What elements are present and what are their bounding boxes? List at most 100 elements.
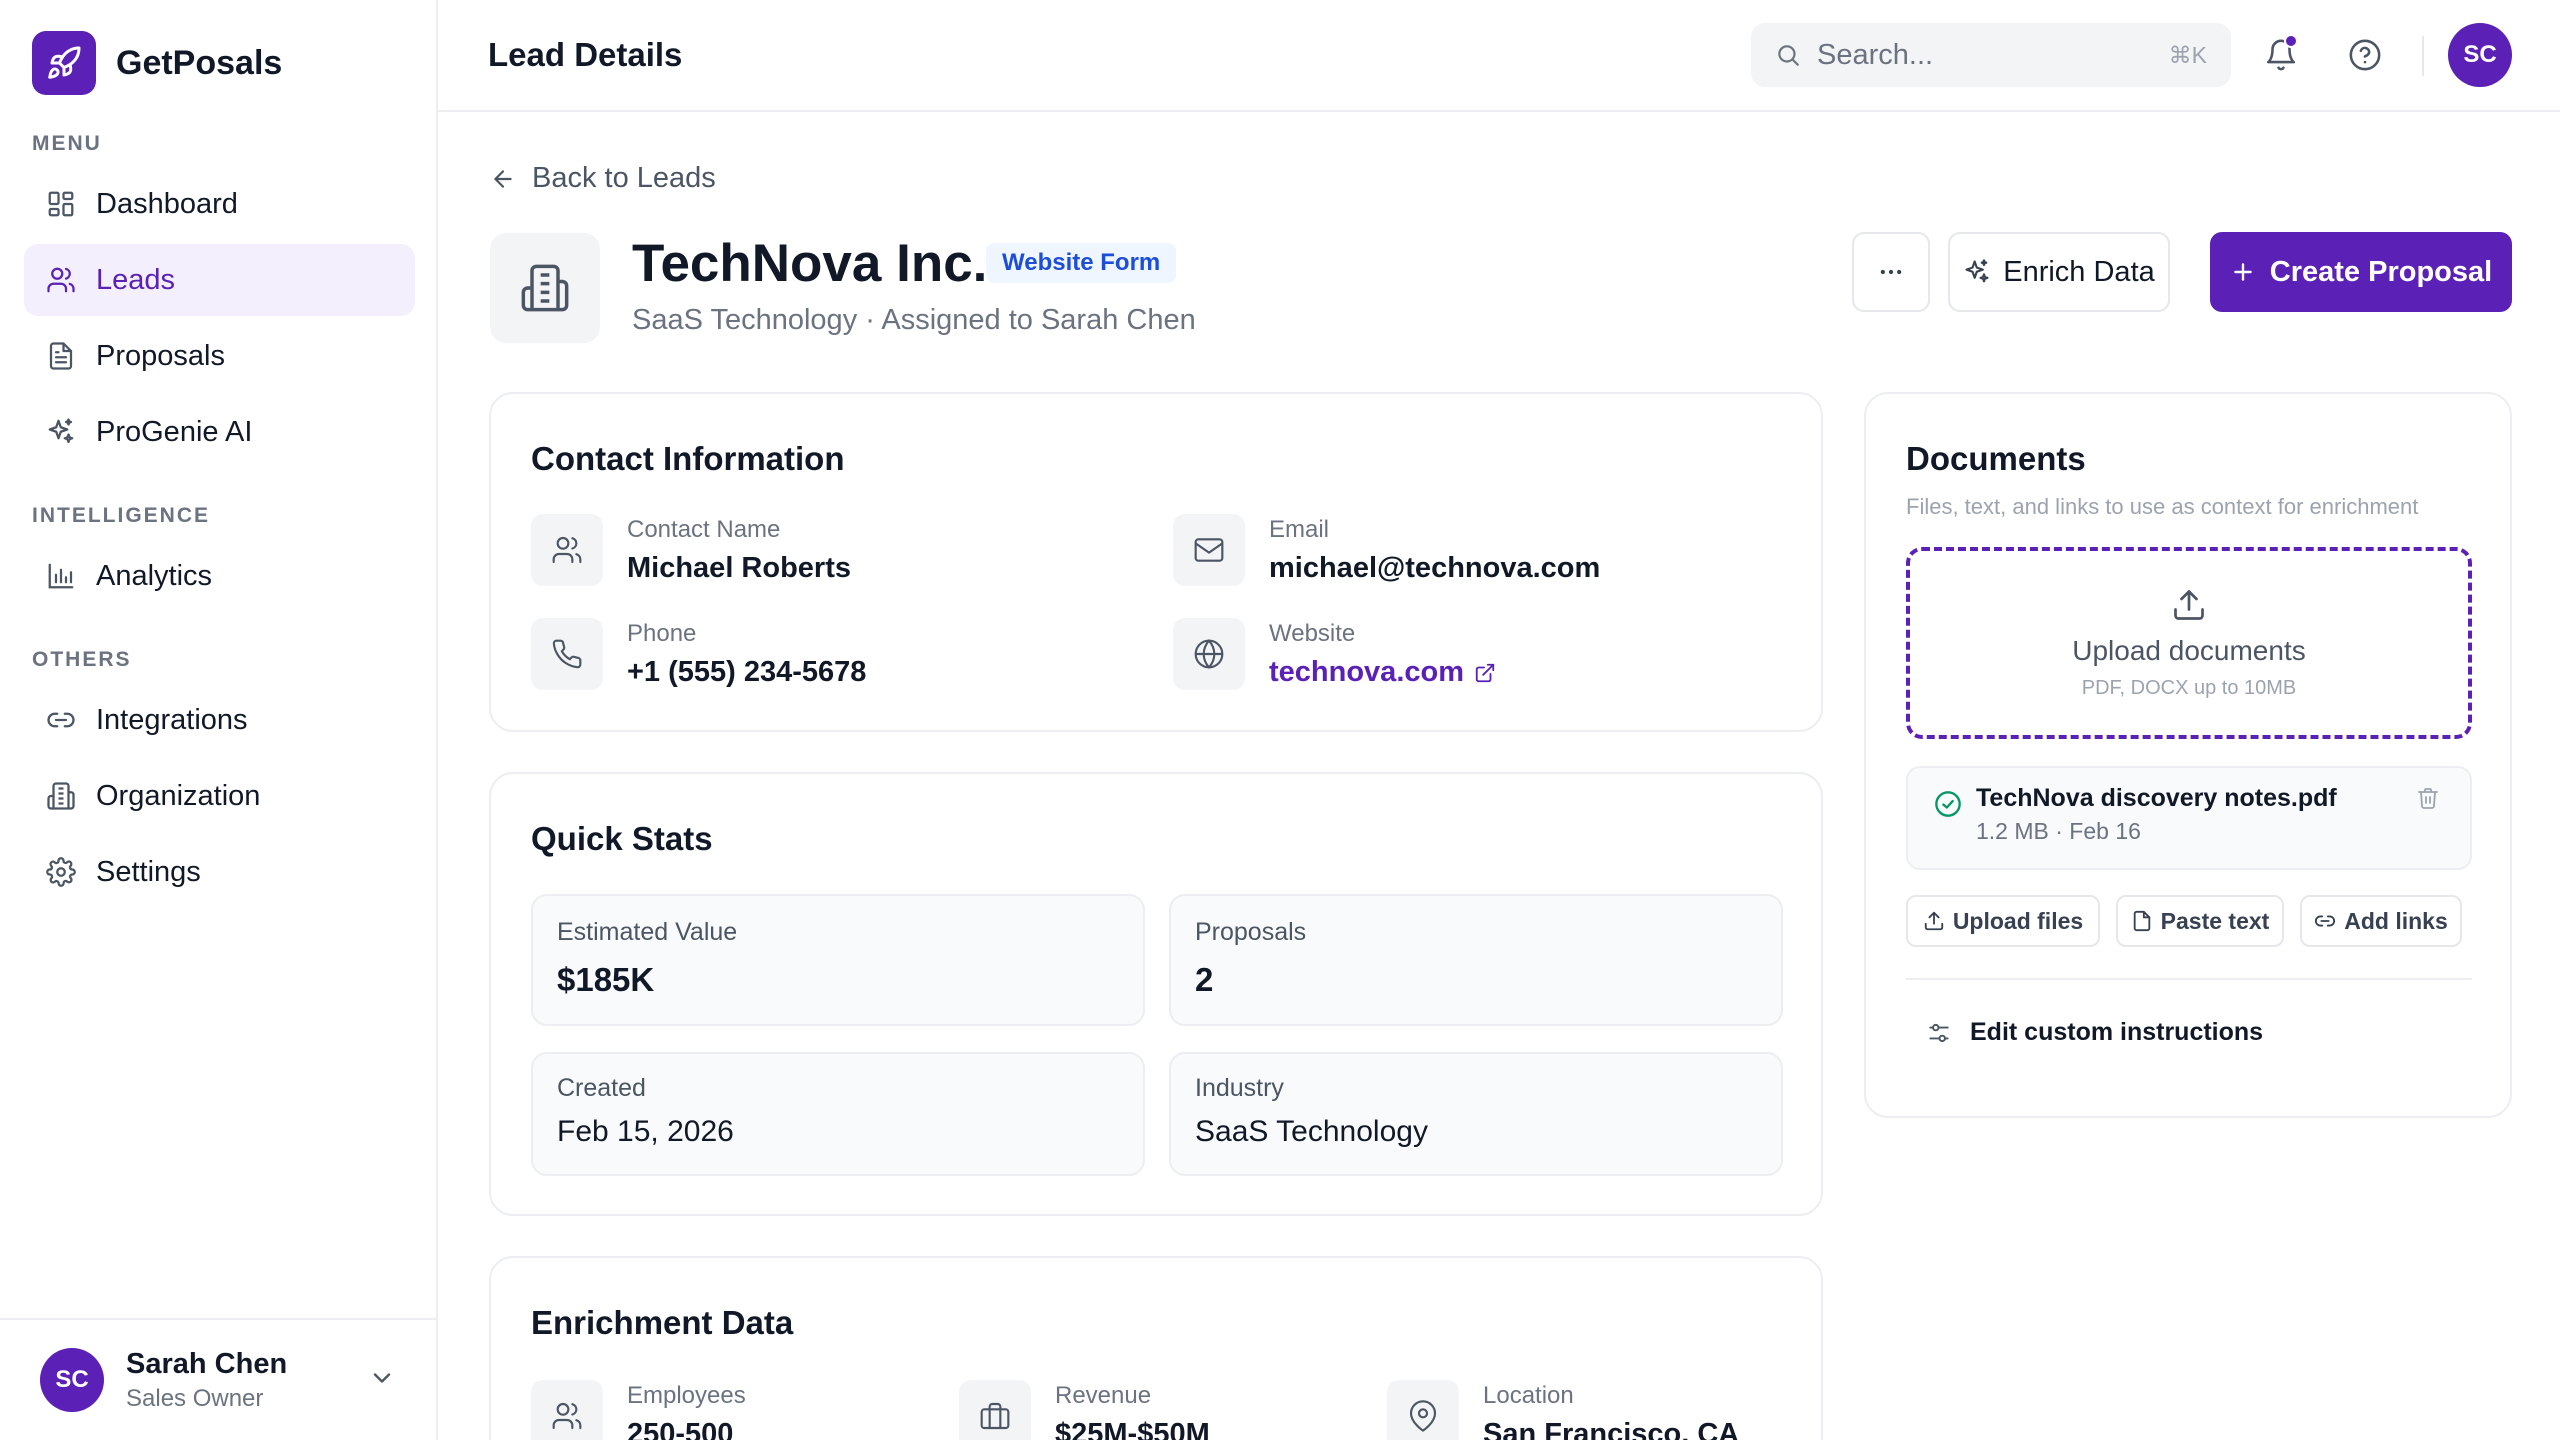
back-to-leads-link[interactable]: Back to Leads <box>490 162 716 195</box>
mail-icon <box>1173 514 1245 586</box>
search-placeholder: Search... <box>1817 38 1934 71</box>
sidebar-item-label: ProGenie AI <box>96 415 253 448</box>
website-link[interactable]: technova.com <box>1269 656 1496 689</box>
email-value[interactable]: michael@technova.com <box>1269 552 1600 585</box>
quick-stats-card: Quick Stats Estimated Value $185K Propos… <box>489 772 1823 1216</box>
chip-label: Add links <box>2344 907 2448 934</box>
more-horizontal-icon <box>1877 258 1905 286</box>
chip-label: Upload files <box>1952 907 2084 934</box>
divider <box>1906 978 2472 980</box>
create-proposal-button[interactable]: Create Proposal <box>2210 232 2512 312</box>
user-menu[interactable]: SC Sarah Chen Sales Owner <box>0 1318 436 1440</box>
notification-dot <box>2284 34 2298 48</box>
info-label: Contact Name <box>627 516 781 543</box>
sidebar-item-integrations[interactable]: Integrations <box>24 684 415 756</box>
stat-label: Estimated Value <box>557 918 738 946</box>
section-label-menu: MENU <box>32 132 102 155</box>
sidebar-item-analytics[interactable]: Analytics <box>24 540 415 612</box>
stat-value: $185K <box>557 961 655 998</box>
upload-hint: PDF, DOCX up to 10MB <box>2081 676 2297 699</box>
arrow-left-icon <box>490 166 516 192</box>
card-title: Documents <box>1906 440 2086 477</box>
contact-name-value: Michael Roberts <box>627 552 851 584</box>
external-link-icon <box>1464 662 1496 684</box>
section-label-intelligence: INTELLIGENCE <box>32 504 211 527</box>
sidebar-item-dashboard[interactable]: Dashboard <box>24 168 415 240</box>
user-role: Sales Owner <box>126 1384 264 1412</box>
notifications-button[interactable] <box>2258 32 2304 78</box>
more-actions-button[interactable] <box>1852 232 1930 312</box>
sidebar-item-label: Leads <box>96 263 176 296</box>
sidebar-item-label: Proposals <box>96 339 225 372</box>
search-input[interactable]: Search... ⌘K <box>1751 23 2231 87</box>
avatar: SC <box>40 1348 104 1412</box>
avatar[interactable]: SC <box>2448 23 2512 87</box>
stat-created: Created Feb 15, 2026 <box>531 1052 1145 1176</box>
file-text-icon <box>2131 910 2153 932</box>
page-title: Lead Details <box>488 36 683 73</box>
map-pin-icon <box>1387 1380 1459 1440</box>
edit-instructions-label: Edit custom instructions <box>1970 1018 2264 1046</box>
stat-proposals: Proposals 2 <box>1169 894 1783 1026</box>
sidebar-item-leads[interactable]: Leads <box>24 244 415 316</box>
info-label: Phone <box>627 620 697 647</box>
upload-icon <box>2171 587 2207 623</box>
sparkles-icon <box>44 415 78 449</box>
enrich-data-button[interactable]: Enrich Data <box>1948 232 2170 312</box>
back-label: Back to Leads <box>532 162 716 194</box>
section-label-others: OTHERS <box>32 648 132 671</box>
upload-files-button[interactable]: Upload files <box>1906 895 2100 947</box>
sparkles-icon <box>1963 258 1991 286</box>
email-field: Email michael@technova.com <box>1173 514 1600 586</box>
bar-chart-icon <box>44 559 78 593</box>
chevron-down-icon[interactable] <box>368 1364 396 1392</box>
sidebar-item-label: Dashboard <box>96 187 238 220</box>
add-links-button[interactable]: Add links <box>2300 895 2462 947</box>
check-circle-icon <box>1934 790 1962 818</box>
upload-dropzone[interactable]: Upload documents PDF, DOCX up to 10MB <box>1906 547 2472 739</box>
file-item[interactable]: TechNova discovery notes.pdf 1.2 MB · Fe… <box>1906 766 2472 870</box>
documents-card: Documents Files, text, and links to use … <box>1864 392 2512 1118</box>
stat-label: Proposals <box>1195 918 1307 946</box>
contact-information-card: Contact Information Contact Name Michael… <box>489 392 1823 732</box>
enrichment-revenue: Revenue $25M-$50M <box>959 1380 1210 1440</box>
globe-icon <box>1173 618 1245 690</box>
sidebar-item-proposals[interactable]: Proposals <box>24 320 415 392</box>
sidebar-item-organization[interactable]: Organization <box>24 760 415 832</box>
info-value: San Francisco, CA <box>1483 1418 1740 1440</box>
sidebar-item-label: Integrations <box>96 703 248 736</box>
search-icon <box>1775 42 1801 68</box>
documents-subtitle: Files, text, and links to use as context… <box>1906 494 2419 519</box>
rocket-logo-icon <box>32 31 96 95</box>
brand-name: GetPosals <box>116 43 283 82</box>
info-label: Email <box>1269 516 1330 543</box>
stat-value: Feb 15, 2026 <box>557 1115 734 1148</box>
file-name: TechNova discovery notes.pdf <box>1976 784 2337 812</box>
brand[interactable]: GetPosals <box>32 31 282 95</box>
user-name: Sarah Chen <box>126 1347 288 1380</box>
help-button[interactable] <box>2342 32 2388 78</box>
phone-value[interactable]: +1 (555) 234-5678 <box>627 656 866 689</box>
sidebar-item-settings[interactable]: Settings <box>24 836 415 908</box>
paste-text-button[interactable]: Paste text <box>2116 895 2284 947</box>
sidebar: GetPosals MENU Dashboard Leads Proposals… <box>0 0 438 1440</box>
phone-icon <box>531 618 603 690</box>
search-shortcut: ⌘K <box>2168 41 2207 68</box>
document-icon <box>44 339 78 373</box>
stat-value: 2 <box>1195 961 1214 998</box>
link-icon <box>44 703 78 737</box>
topbar: Lead Details Search... ⌘K SC <box>438 0 2560 112</box>
users-icon <box>44 263 78 297</box>
sidebar-item-progenie-ai[interactable]: ProGenie AI <box>24 396 415 468</box>
sidebar-item-label: Organization <box>96 779 261 812</box>
edit-custom-instructions-button[interactable]: Edit custom instructions <box>1926 1018 2263 1047</box>
stat-estimated-value: Estimated Value $185K <box>531 894 1145 1026</box>
company-name: TechNova Inc. <box>632 234 988 293</box>
enrichment-data-card: Enrichment Data Employees 250-500 Revenu… <box>489 1256 1823 1440</box>
info-value: 250-500 <box>627 1418 734 1440</box>
link-icon <box>2314 910 2336 932</box>
file-meta: 1.2 MB · Feb 16 <box>1976 818 2141 844</box>
briefcase-icon <box>959 1380 1031 1440</box>
enrich-data-label: Enrich Data <box>2003 255 2155 288</box>
trash-icon[interactable] <box>2416 786 2440 810</box>
